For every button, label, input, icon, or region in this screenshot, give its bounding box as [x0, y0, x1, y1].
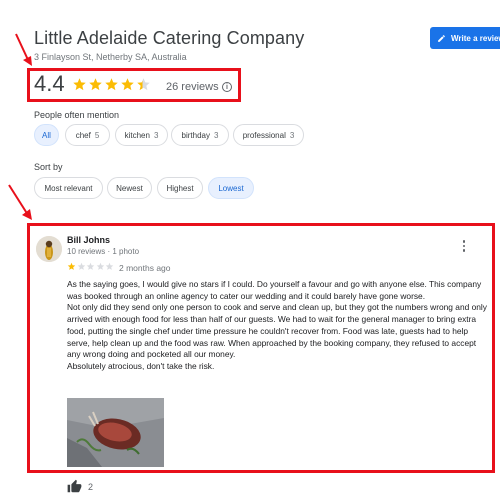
write-review-button[interactable]: Write a review — [430, 27, 500, 49]
chip-label: All — [42, 130, 51, 140]
thumbs-up-icon[interactable] — [67, 479, 82, 493]
star-icon — [67, 262, 76, 270]
sort-option-most-relevant[interactable]: Most relevant — [34, 177, 103, 199]
star-icon — [105, 262, 114, 270]
review-photo[interactable] — [67, 398, 164, 467]
reviewer-name[interactable]: Bill Johns — [67, 235, 110, 245]
chip-count: 5 — [94, 130, 100, 140]
mention-chip-birthday[interactable]: birthday 3 — [171, 124, 229, 146]
star-icon — [77, 262, 85, 270]
annotation-arrow-icon — [15, 33, 32, 66]
like-count: 2 — [88, 482, 94, 492]
review-paragraph: Not only did they send only one person t… — [67, 302, 487, 360]
rating-value: 4.4 — [34, 71, 65, 96]
pencil-icon — [438, 34, 445, 42]
review-date: 2 months ago — [119, 263, 171, 273]
chip-label: chef — [75, 130, 91, 140]
write-review-label: Write a review — [451, 33, 500, 43]
mention-chip-kitchen[interactable]: kitchen 3 — [115, 124, 168, 146]
star-icon — [89, 78, 102, 91]
more-options-icon[interactable] — [461, 240, 467, 252]
review-paragraph: As the saying goes, I would give no star… — [67, 279, 482, 301]
review-count-link[interactable]: 26 reviews — [166, 81, 219, 93]
star-icon — [96, 262, 104, 270]
chip-label: professional — [242, 130, 286, 140]
chip-label: kitchen — [124, 130, 150, 140]
info-icon[interactable]: i — [222, 82, 232, 92]
sort-title: Sort by — [34, 162, 63, 172]
star-icon — [73, 78, 86, 91]
sort-option-highest[interactable]: Highest — [157, 177, 203, 199]
annotation-arrow-icon — [8, 184, 32, 220]
chip-count: 3 — [153, 130, 159, 140]
chip-count: 3 — [289, 130, 295, 140]
chip-count: 3 — [214, 130, 219, 140]
mention-chip-chef[interactable]: chef 5 — [65, 124, 110, 146]
sort-option-lowest[interactable]: Lowest — [208, 177, 254, 199]
review-stars — [67, 262, 114, 271]
star-icon — [105, 78, 118, 91]
star-icon — [121, 78, 134, 91]
star-icon — [137, 78, 150, 91]
mention-chip-All[interactable]: All — [34, 124, 59, 146]
review-text: As the saying goes, I would give no star… — [67, 279, 491, 373]
review-paragraph: Absolutely atrocious, don't take the ris… — [67, 360, 215, 371]
mentions-title: People often mention — [34, 110, 120, 120]
avatar[interactable] — [36, 236, 62, 262]
rating-stars — [72, 77, 151, 92]
chip-label: birthday — [181, 130, 210, 140]
reviewer-meta: 10 reviews · 1 photo — [67, 247, 140, 256]
mention-chip-professional[interactable]: professional 3 — [233, 124, 304, 146]
star-icon — [86, 262, 95, 270]
business-name: Little Adelaide Catering Company — [34, 28, 305, 48]
sort-option-newest[interactable]: Newest — [107, 177, 152, 199]
business-address: 3 Finlayson St, Netherby SA, Australia — [34, 52, 187, 62]
